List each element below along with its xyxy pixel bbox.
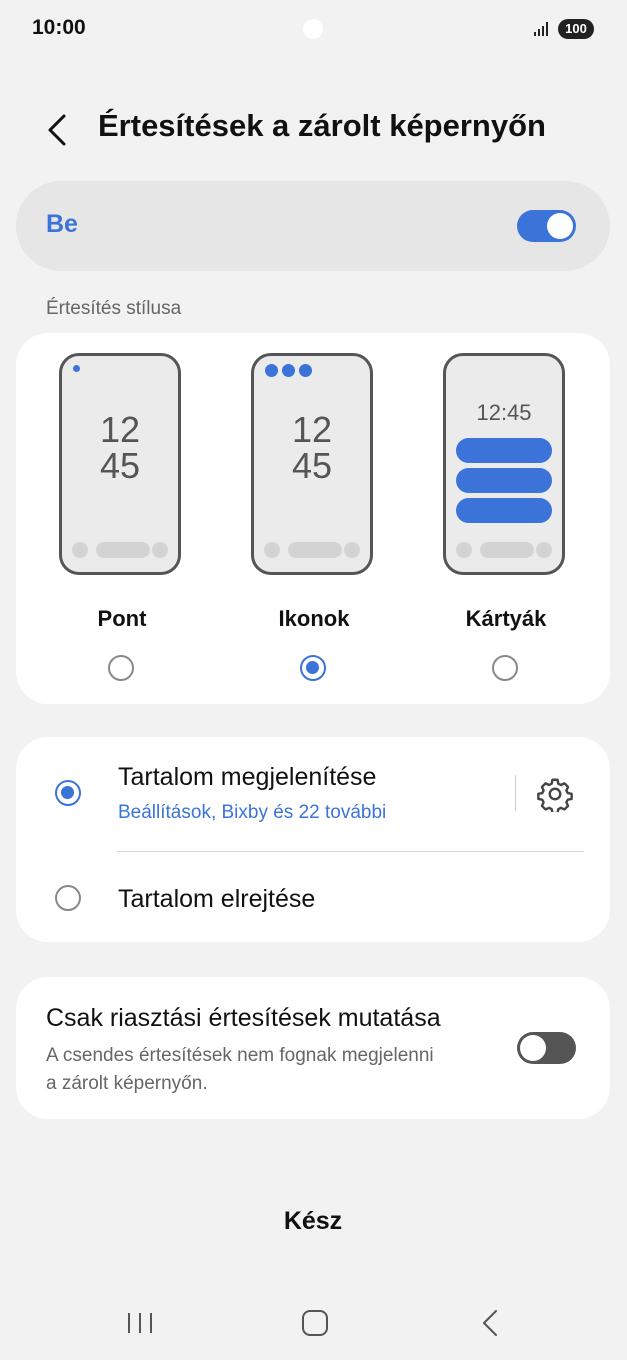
radio-hide-content[interactable] [55,885,81,911]
notification-card [456,468,552,493]
style-preview-icons[interactable]: 12 45 [251,353,373,575]
toggle-knob [547,213,573,239]
hide-content-title[interactable]: Tartalom elrejtése [118,885,315,914]
preview-clock: 12 45 [99,409,141,486]
style-label-cards: Kártyák [465,606,547,631]
battery-indicator: 100 [558,19,594,39]
home-icon[interactable] [300,1308,330,1338]
gear-icon[interactable] [537,776,573,812]
back-button[interactable] [40,110,76,150]
show-content-subtitle: Beállítások, Bixby és 22 további [118,802,387,823]
alert-only-description: A csendes értesítések nem fognak megjele… [46,1045,434,1094]
preview-bottom-bar [72,542,168,558]
notification-card [456,498,552,523]
radio-dot[interactable] [108,655,134,681]
notification-icon [299,364,312,377]
radio-cards[interactable] [492,655,518,681]
preview-bottom-bar [264,542,360,558]
preview-bottom-bar [456,542,552,558]
preview-clock: 12 45 [291,409,333,486]
recents-icon[interactable] [126,1309,154,1337]
vertical-divider [515,775,516,811]
toggle-knob [520,1035,546,1061]
notification-card [456,438,552,463]
page-title: Értesítések a zárolt képernyőn [98,108,546,143]
preview-clock: 12:45 [476,400,532,425]
alert-only-toggle[interactable] [517,1032,576,1064]
done-button[interactable]: Kész [213,1198,413,1244]
show-content-title[interactable]: Tartalom megjelenítése [118,763,376,792]
status-time: 10:00 [32,16,86,39]
signal-icon [534,22,548,36]
alert-only-title: Csak riasztási értesítések mutatása [46,1004,441,1032]
style-label-icons: Ikonok [278,606,350,631]
master-toggle[interactable] [517,210,576,242]
section-label-style: Értesítés stílusa [46,298,182,319]
horizontal-divider [117,851,584,852]
notification-dot-icon [73,365,80,372]
master-switch-label: Be [46,210,78,238]
radio-show-content[interactable] [55,780,81,806]
style-label-dot: Pont [97,606,147,631]
radio-icons[interactable] [300,655,326,681]
notification-icon [265,364,278,377]
chevron-left-icon [48,114,66,146]
style-preview-dot[interactable]: 12 45 [59,353,181,575]
style-preview-cards[interactable]: 12:45 [443,353,565,575]
notification-icon [282,364,295,377]
back-icon[interactable] [478,1308,502,1338]
camera-cutout [303,19,323,39]
